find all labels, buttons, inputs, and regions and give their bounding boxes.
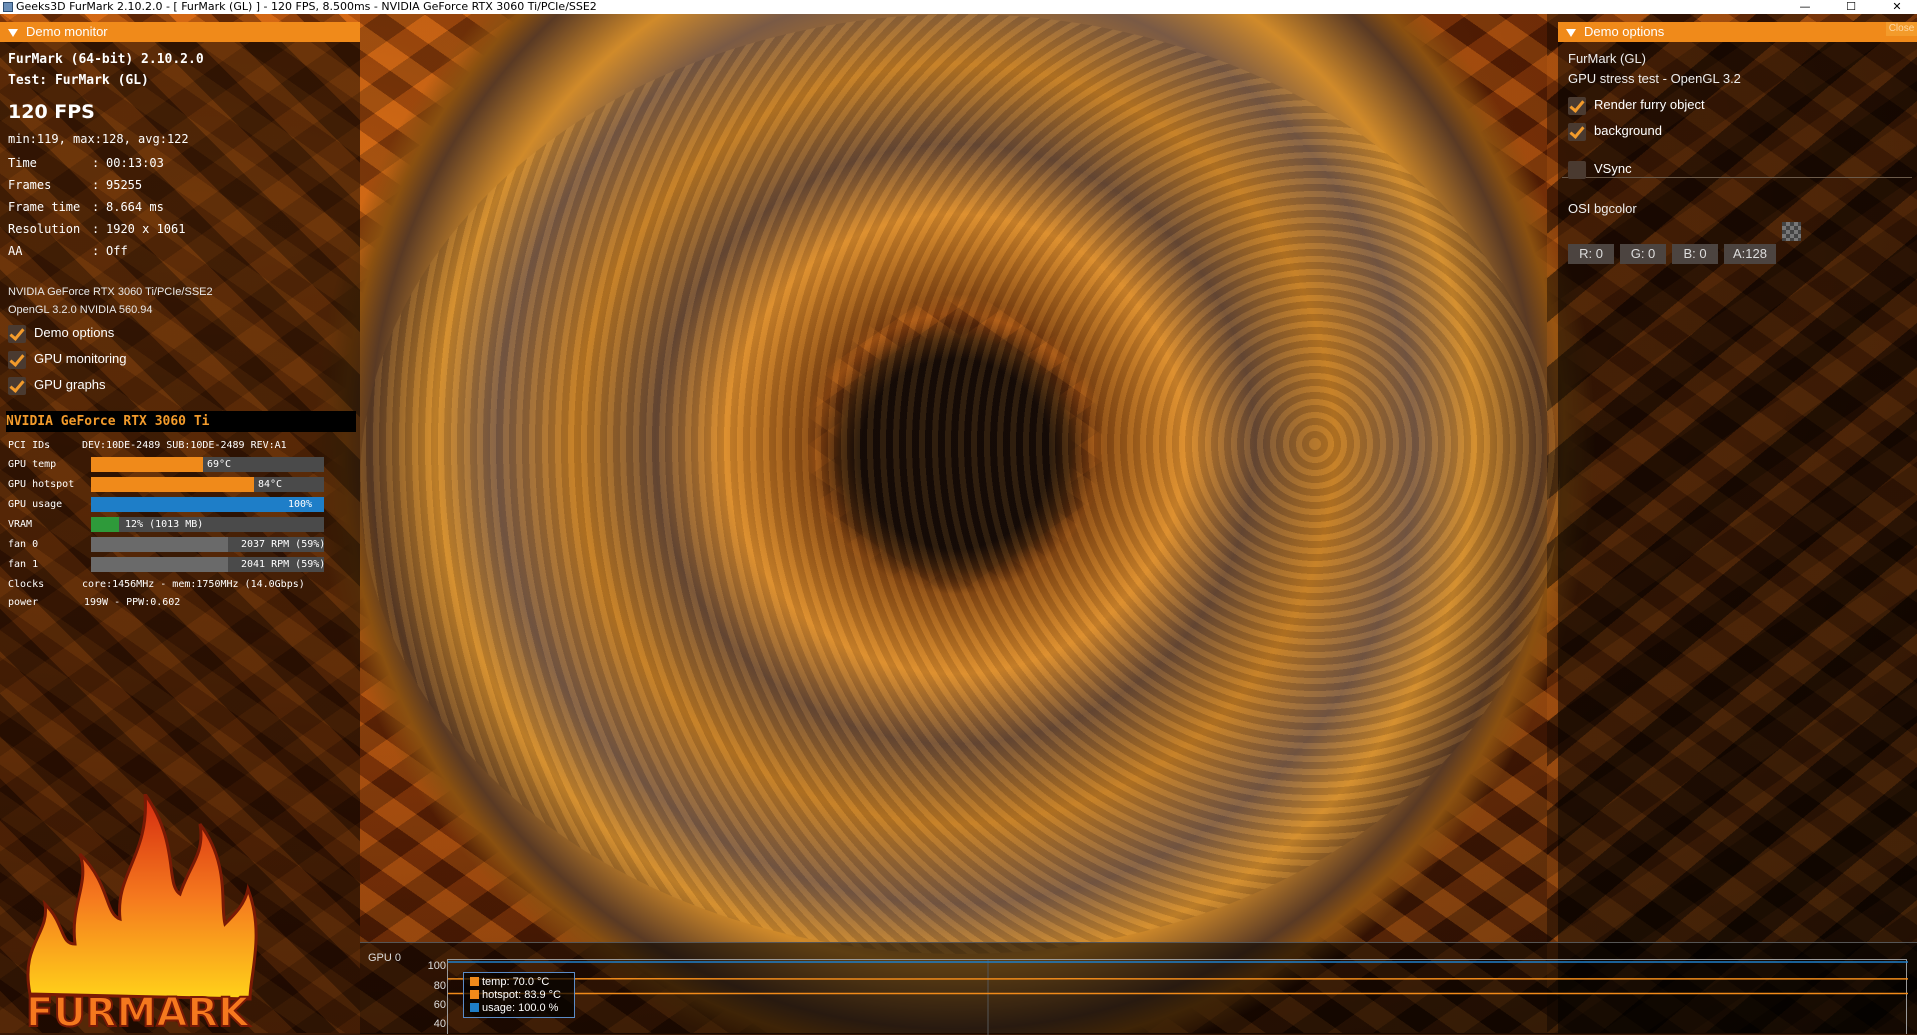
checkbox-gpu-graphs[interactable]: GPU graphs [8,375,106,395]
renderer-name: NVIDIA GeForce RTX 3060 Ti/PCIe/SSE2 [8,286,213,298]
close-button[interactable]: ✕ [1874,0,1917,14]
demo-options-header[interactable]: Demo options [1558,22,1917,42]
legend-swatch [470,977,479,986]
fps-stats: min:119, max:128, avg:122 [8,132,189,146]
checkbox-unchecked-icon[interactable] [1568,161,1586,179]
stat-time: Time:00:13:03 [8,156,164,170]
stat-resolution: Resolution:1920 x 1061 [8,222,185,236]
demo-monitor-header[interactable]: Demo monitor [0,22,360,42]
checkbox-checked-icon[interactable] [8,325,26,343]
y-tick-label: 60 [426,999,446,1011]
color-swatch[interactable] [1782,222,1801,241]
demo-monitor-title: Demo monitor [26,24,108,39]
test-name: Test: FurMark (GL) [8,73,149,88]
y-tick-label: 80 [426,980,446,992]
stat-aa: AA:Off [8,244,128,258]
checkbox-background[interactable]: background [1568,121,1662,141]
window-titlebar: Geeks3D FurMark 2.10.2.0 - [ FurMark (GL… [0,0,1917,14]
minimize-button[interactable]: — [1782,0,1828,14]
osi-b-field[interactable]: B: 0 [1672,244,1718,264]
app-icon [3,2,13,12]
graph-plot-area: temp: 70.0 °C hotspot: 83.9 °C usage: 10… [447,959,1907,1034]
fan0-bar: 2037 RPM (59%) [91,537,324,552]
osi-r-field[interactable]: R: 0 [1568,244,1614,264]
logo-text: FURMARK [26,990,251,1033]
stat-frames: Frames:95255 [8,178,142,192]
legend-swatch [470,1003,479,1012]
legend-item-usage: usage: 100.0 % [470,1002,558,1015]
demo-description: GPU stress test - OpenGL 3.2 [1568,71,1741,86]
close-panel-button[interactable]: Close [1886,22,1917,36]
checkbox-demo-options[interactable]: Demo options [8,323,114,343]
graph-label: GPU 0 [368,952,401,964]
osi-g-field[interactable]: G: 0 [1620,244,1666,264]
y-tick-label: 100 [426,960,446,972]
fan1-bar: 2041 RPM (59%) [91,557,324,572]
demo-name: FurMark (GL) [1568,51,1646,66]
legend-item-temp: temp: 70.0 °C [470,976,549,989]
gpu-monitor-header[interactable]: NVIDIA GeForce RTX 3060 Ti [6,411,356,432]
gpu-hotspot-bar: 84°C [91,477,324,492]
stat-frame-time: Frame time:8.664 ms [8,200,164,214]
maximize-button[interactable]: ☐ [1828,0,1874,14]
demo-options-panel: Demo options FurMark (GL) GPU stress tes… [1558,22,1917,1033]
opengl-version: OpenGL 3.2.0 NVIDIA 560.94 [8,304,153,316]
gpu-usage-bar: 100% [91,497,324,512]
osi-a-field[interactable]: A:128 [1724,244,1776,264]
window-title: Geeks3D FurMark 2.10.2.0 - [ FurMark (GL… [16,0,597,14]
checkbox-gpu-monitoring[interactable]: GPU monitoring [8,349,126,369]
graph-lines [448,960,1908,1035]
gpu-graph-panel: GPU 0 100 80 60 40 temp: 70.0 °C hotspot… [360,942,1917,1034]
gpu-temp-bar: 69°C [91,457,324,472]
collapse-triangle-icon[interactable] [1566,29,1576,37]
checkbox-checked-icon[interactable] [1568,97,1586,115]
legend-swatch [470,990,479,999]
collapse-triangle-icon[interactable] [8,29,18,37]
fps-readout: 120 FPS [8,101,95,123]
checkbox-render-furry[interactable]: Render furry object [1568,95,1705,115]
vram-bar: 12% (1013 MB) [91,517,324,532]
furmark-logo: FURMARK [20,794,260,1033]
checkbox-checked-icon[interactable] [8,377,26,395]
furry-donut-object [360,14,1560,954]
graph-legend: temp: 70.0 °C hotspot: 83.9 °C usage: 10… [463,972,575,1018]
legend-item-hotspot: hotspot: 83.9 °C [470,989,561,1002]
y-tick-label: 40 [426,1018,446,1030]
osi-bgcolor-label: OSI bgcolor [1568,201,1637,216]
checkbox-checked-icon[interactable] [1568,123,1586,141]
checkbox-vsync[interactable]: VSync [1568,159,1632,179]
checkbox-checked-icon[interactable] [8,351,26,369]
demo-options-title: Demo options [1584,24,1664,39]
gpu-monitor-title: NVIDIA GeForce RTX 3060 Ti [6,414,210,429]
app-version: FurMark (64-bit) 2.10.2.0 [8,52,204,67]
